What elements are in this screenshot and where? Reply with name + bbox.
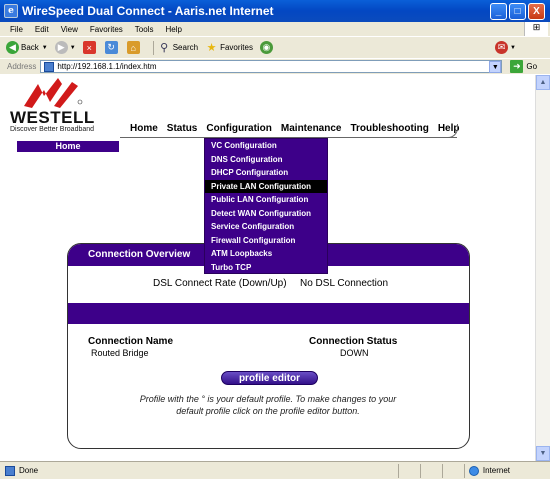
dsl-rate-label: DSL Connect Rate (Down/Up) [153, 278, 287, 289]
toolbar: ◀ Back ▼ ▶ ▼ × ↻ ⌂ ⚲ Search ★ Favorites … [0, 36, 550, 58]
menu-favorites[interactable]: Favorites [90, 25, 123, 34]
page-done-icon [5, 465, 15, 476]
go-arrow-icon: ➜ [510, 60, 524, 73]
favorites-label: Favorites [220, 43, 253, 52]
menu-item-dhcp-configuration[interactable]: DHCP Configuration [205, 166, 327, 180]
address-url: http://192.168.1.1/index.htm [57, 62, 157, 71]
menu-item-dns-configuration[interactable]: DNS Configuration [205, 153, 327, 167]
home-button[interactable]: ⌂ [126, 41, 142, 54]
connection-name-header: Connection Name [88, 336, 174, 347]
page-icon [44, 61, 55, 72]
nav-configuration[interactable]: Configuration [206, 123, 272, 137]
panel-divider-bar [68, 303, 469, 324]
chevron-down-icon: ▼ [41, 44, 48, 51]
chevron-down-icon[interactable]: ▼ [489, 60, 502, 73]
brand-tagline: Discover Better Broadband [10, 126, 95, 133]
back-button[interactable]: ◀ Back ▼ [6, 41, 48, 54]
westell-logo[interactable]: WESTELL Discover Better Broadband [8, 78, 118, 134]
menu-view[interactable]: View [61, 25, 78, 34]
configuration-dropdown: VC Configuration DNS Configuration DHCP … [204, 138, 328, 274]
main-nav: Home Status Configuration Maintenance Tr… [130, 123, 468, 137]
close-button[interactable]: X [528, 2, 545, 20]
search-button[interactable]: ⚲ Search [158, 41, 198, 54]
mail-icon: ✉ [494, 41, 508, 54]
status-bar: Done Internet [0, 461, 550, 479]
go-label: Go [526, 62, 538, 71]
back-label: Back [21, 43, 39, 52]
ie-icon: e [4, 4, 18, 18]
search-label: Search [172, 43, 199, 52]
forward-arrow-icon: ▶ [54, 41, 68, 54]
address-input[interactable]: http://192.168.1.1/index.htm ▼ [40, 60, 503, 73]
zone-label: Internet [482, 466, 510, 475]
security-zone: Internet [463, 463, 550, 478]
toolbar-divider [152, 40, 154, 55]
chevron-down-icon: ▼ [509, 44, 516, 51]
home-section-bar: Home [17, 141, 119, 152]
globe-icon [468, 465, 479, 476]
scroll-down-icon[interactable]: ▼ [536, 446, 550, 461]
stop-button[interactable]: × [82, 41, 98, 54]
windows-logo-icon: ⊞ [524, 22, 548, 36]
status-text: Done [19, 466, 39, 475]
menu-help[interactable]: Help [165, 25, 181, 34]
menu-item-atm-loopbacks[interactable]: ATM Loopbacks [205, 247, 327, 261]
brand-name: WESTELL [10, 108, 95, 127]
vertical-scrollbar[interactable]: ▲ ▼ [535, 75, 550, 461]
menu-tools[interactable]: Tools [135, 25, 154, 34]
favorites-button[interactable]: ★ Favorites [205, 41, 253, 54]
status-cell [441, 463, 464, 478]
scroll-up-icon[interactable]: ▲ [536, 75, 550, 90]
go-button[interactable]: ➜ Go [510, 60, 537, 73]
chevron-down-icon: ▼ [69, 44, 76, 51]
nav-status[interactable]: Status [167, 123, 198, 137]
menu-item-firewall-configuration[interactable]: Firewall Configuration [205, 234, 327, 248]
back-arrow-icon: ◀ [6, 41, 19, 54]
menu-item-vc-configuration[interactable]: VC Configuration [205, 139, 327, 153]
menu-file[interactable]: File [10, 25, 23, 34]
status-cell [419, 463, 442, 478]
maximize-button[interactable]: □ [509, 2, 526, 20]
star-icon: ★ [206, 42, 217, 54]
profile-note: Profile with the ° is your default profi… [139, 394, 397, 416]
connection-status-header: Connection Status [309, 336, 398, 347]
connection-name-value[interactable]: Routed Bridge [91, 348, 149, 358]
address-label: Address [7, 62, 37, 71]
nav-maintenance[interactable]: Maintenance [281, 123, 342, 137]
connection-status-value: DOWN [340, 348, 369, 358]
forward-button[interactable]: ▶ ▼ [54, 41, 76, 54]
media-button[interactable]: ◉ [259, 41, 275, 54]
menu-item-private-lan-configuration[interactable]: Private LAN Configuration [205, 179, 327, 193]
dsl-rate-value: No DSL Connection [300, 278, 389, 289]
mail-button[interactable]: ✉ ▼ [494, 41, 516, 54]
stop-icon: × [82, 41, 96, 54]
address-bar: Address http://192.168.1.1/index.htm ▼ ➜… [0, 58, 550, 74]
menu-item-turbo-tcp[interactable]: Turbo TCP [205, 261, 327, 275]
refresh-icon: ↻ [104, 41, 118, 54]
menu-edit[interactable]: Edit [35, 25, 49, 34]
nav-troubleshooting[interactable]: Troubleshooting [350, 123, 428, 137]
home-icon: ⌂ [126, 41, 140, 54]
media-icon: ◉ [259, 41, 273, 54]
menu-item-detect-wan-configuration[interactable]: Detect WAN Configuration [205, 207, 327, 221]
panel-heading: Connection Overview [88, 249, 191, 260]
profile-editor-button[interactable]: profile editor [221, 371, 318, 385]
refresh-button[interactable]: ↻ [104, 41, 120, 54]
window-title: WireSpeed Dual Connect - Aaris.net Inter… [22, 4, 274, 18]
minimize-button[interactable]: _ [490, 2, 507, 20]
menu-item-public-lan-configuration[interactable]: Public LAN Configuration [205, 193, 327, 207]
search-icon: ⚲ [160, 42, 169, 54]
window-titlebar: e WireSpeed Dual Connect - Aaris.net Int… [0, 0, 550, 22]
menu-item-service-configuration[interactable]: Service Configuration [205, 220, 327, 234]
status-cell [397, 463, 420, 478]
menu-bar: File Edit View Favorites Tools Help ⊞ [0, 22, 550, 36]
nav-home[interactable]: Home [130, 123, 158, 137]
logo-swoosh-icon [24, 78, 83, 108]
